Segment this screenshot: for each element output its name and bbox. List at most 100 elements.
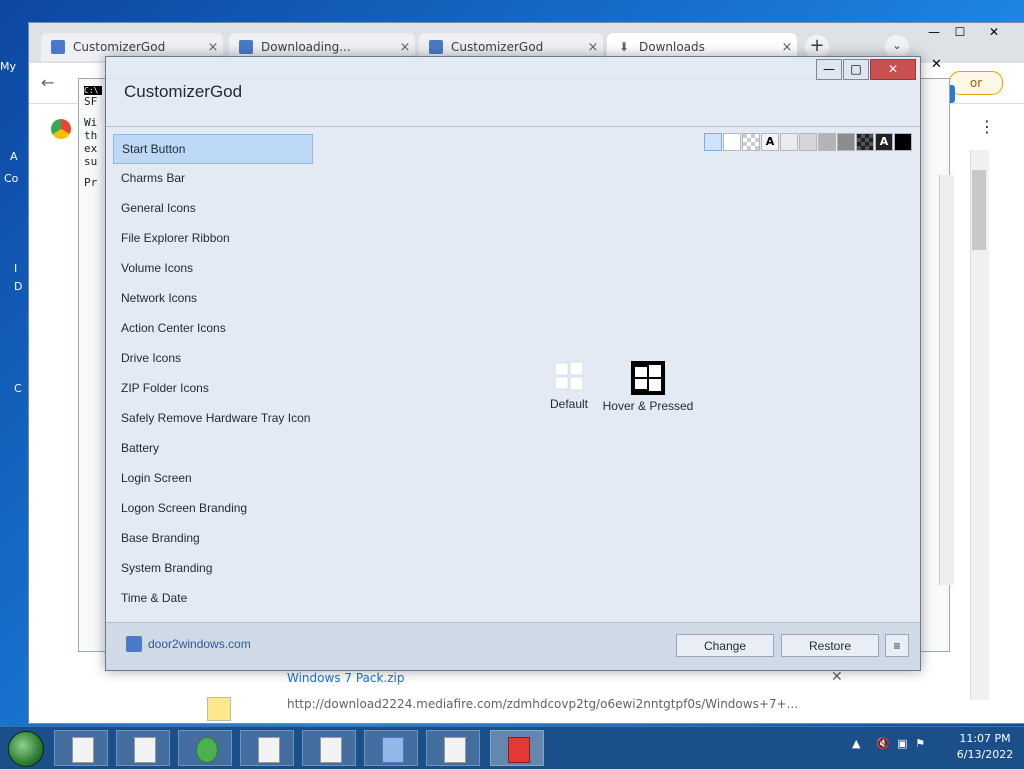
menu-item-volume-icons[interactable]: Volume Icons xyxy=(113,254,313,284)
options-menu-button[interactable]: ≡ xyxy=(885,634,909,657)
browser-close-button[interactable]: ✕ xyxy=(981,23,1007,43)
taskbar-customizergod[interactable] xyxy=(490,730,544,766)
more-menu-icon[interactable]: ⋮ xyxy=(979,117,995,136)
menu-item-safely-remove-hardware[interactable]: Safely Remove Hardware Tray Icon xyxy=(113,404,313,434)
document-icon xyxy=(258,737,280,763)
close-icon: ✕ xyxy=(931,57,942,72)
app-title: CustomizerGod xyxy=(124,82,243,101)
back-icon[interactable]: ← xyxy=(41,73,54,92)
download-remove-icon[interactable]: ✕ xyxy=(831,669,843,685)
maximize-icon: □ xyxy=(850,62,862,76)
swatch-checker[interactable] xyxy=(742,133,760,151)
clock-time: 11:07 PM xyxy=(959,732,1011,745)
window-app-icon xyxy=(72,737,94,763)
change-button[interactable]: Change xyxy=(676,634,774,657)
taskbar-app-1[interactable] xyxy=(54,730,108,766)
menu-item-network-icons[interactable]: Network Icons xyxy=(113,284,313,314)
tab-close-icon[interactable]: × xyxy=(777,40,797,55)
tab-label: CustomizerGod xyxy=(451,40,544,54)
menu-item-drive-icons[interactable]: Drive Icons xyxy=(113,344,313,374)
tab-close-icon[interactable]: × xyxy=(203,40,223,55)
taskbar-document-1[interactable] xyxy=(240,730,294,766)
preview-hover-label: Hover & Pressed xyxy=(602,399,694,413)
taskbar-document-2[interactable] xyxy=(302,730,356,766)
start-button[interactable] xyxy=(8,731,44,767)
volume-muted-icon[interactable]: 🔇 xyxy=(876,737,890,750)
menu-item-base-branding[interactable]: Base Branding xyxy=(113,524,313,554)
plus-icon: + xyxy=(809,35,825,56)
taskbar-clock[interactable]: 11:07 PM 6/13/2022 xyxy=(950,731,1020,763)
customizergod-favicon-icon xyxy=(239,40,253,54)
browser-minimize-button[interactable]: — xyxy=(921,23,947,43)
swatch-white[interactable] xyxy=(723,133,741,151)
chevron-down-icon: ⌄ xyxy=(892,39,902,52)
menu-item-action-center-icons[interactable]: Action Center Icons xyxy=(113,314,313,344)
swatch-label: A xyxy=(765,135,775,148)
swatch-light-blue[interactable] xyxy=(704,133,722,151)
download-filename-link[interactable]: Windows 7 Pack.zip xyxy=(287,671,405,685)
preview-scroll-area xyxy=(918,137,934,617)
window-app-icon xyxy=(134,737,156,763)
file-window-scrollbar[interactable] xyxy=(939,175,954,585)
download-manager-icon xyxy=(196,737,218,763)
taskbar-shield-app[interactable] xyxy=(364,730,418,766)
desktop-icon-co[interactable]: Co xyxy=(4,172,26,212)
background-swatches: A A xyxy=(704,133,913,151)
preview-default[interactable]: Default xyxy=(546,361,592,411)
website-link-label: door2windows.com xyxy=(148,637,251,651)
console-icon: C:\ xyxy=(84,86,102,95)
swatch-gray-2[interactable] xyxy=(818,133,836,151)
menu-item-time-date[interactable]: Time & Date xyxy=(113,584,313,614)
tray-expand-icon[interactable]: ▲ xyxy=(852,737,860,750)
swatch-light-text[interactable]: A xyxy=(761,133,779,151)
tab-close-icon[interactable]: × xyxy=(395,40,415,55)
document-icon xyxy=(320,737,342,763)
preview-default-label: Default xyxy=(549,397,589,411)
app-close-button[interactable]: ✕ xyxy=(870,59,916,80)
app-maximize-button[interactable]: □ xyxy=(843,59,869,80)
preview-hover-pressed[interactable]: Hover & Pressed xyxy=(598,361,698,413)
menu-item-charms-bar[interactable]: Charms Bar xyxy=(113,164,313,194)
taskbar-app-2[interactable] xyxy=(116,730,170,766)
menu-item-file-explorer-ribbon[interactable]: File Explorer Ribbon xyxy=(113,224,313,254)
category-list: Start Button Charms Bar General Icons Fi… xyxy=(113,134,313,614)
network-icon[interactable]: ▣ xyxy=(897,737,907,750)
download-item[interactable]: Windows 7 Pack.zip http://download2224.m… xyxy=(181,665,861,723)
clock-date: 6/13/2022 xyxy=(956,748,1014,761)
action-center-icon[interactable]: ⚑ xyxy=(915,737,925,750)
customizergod-favicon-icon xyxy=(51,40,65,54)
menu-item-login-screen[interactable]: Login Screen xyxy=(113,464,313,494)
taskbar-download-manager[interactable] xyxy=(178,730,232,766)
swatch-black[interactable] xyxy=(894,133,912,151)
browser-maximize-button[interactable]: ☐ xyxy=(947,23,973,43)
taskbar-document-3[interactable] xyxy=(426,730,480,766)
windows-logo-white-icon xyxy=(554,361,584,391)
customizergod-window: — □ ✕ CustomizerGod Start Button Charms … xyxy=(105,56,921,671)
tab-label: Downloading... xyxy=(261,40,351,54)
close-icon: ✕ xyxy=(887,62,899,76)
swatch-gray-3[interactable] xyxy=(837,133,855,151)
error-badge[interactable]: or xyxy=(949,71,1003,95)
tab-close-icon[interactable]: × xyxy=(583,40,603,55)
app-minimize-button[interactable]: — xyxy=(816,59,842,80)
swatch-dark-checker[interactable] xyxy=(856,133,874,151)
menu-item-start-button[interactable]: Start Button xyxy=(113,134,313,164)
swatch-dark-text[interactable]: A xyxy=(875,133,893,151)
menu-item-zip-folder-icons[interactable]: ZIP Folder Icons xyxy=(113,374,313,404)
zip-file-icon xyxy=(207,697,231,721)
menu-item-battery[interactable]: Battery xyxy=(113,434,313,464)
website-link[interactable]: door2windows.com xyxy=(126,636,251,652)
error-badge-label: or xyxy=(969,76,983,90)
desktop-icon-label: A xyxy=(10,150,18,163)
overlay-close-button[interactable]: ✕ xyxy=(931,57,942,72)
menu-item-general-icons[interactable]: General Icons xyxy=(113,194,313,224)
desktop-icon-my-computer[interactable]: My xyxy=(0,60,22,100)
menu-item-system-branding[interactable]: System Branding xyxy=(113,554,313,584)
page-scrollbar-thumb[interactable] xyxy=(972,170,986,250)
swatch-gray-1[interactable] xyxy=(799,133,817,151)
restore-button[interactable]: Restore xyxy=(781,634,879,657)
desktop-icon-label: My xyxy=(0,60,17,73)
tab-label: CustomizerGod xyxy=(73,40,166,54)
menu-item-logon-screen-branding[interactable]: Logon Screen Branding xyxy=(113,494,313,524)
swatch-light-gray[interactable] xyxy=(780,133,798,151)
